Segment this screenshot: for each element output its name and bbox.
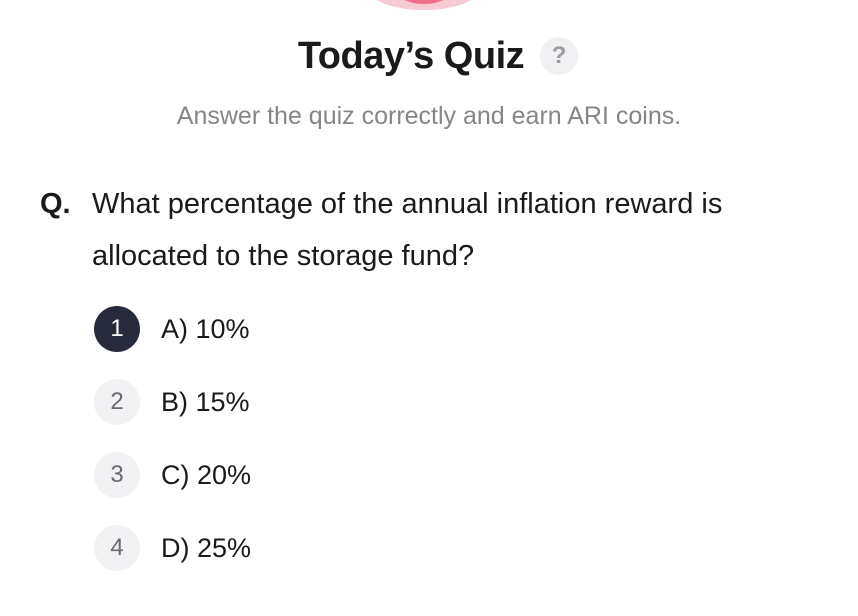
option-number-badge: 1 xyxy=(94,306,140,352)
answer-option-4[interactable]: 4 D) 25% xyxy=(94,525,694,571)
option-number-badge: 2 xyxy=(94,379,140,425)
answer-option-2[interactable]: 2 B) 15% xyxy=(94,379,694,425)
quiz-page: Today’s Quiz ? Answer the quiz correctly… xyxy=(0,0,858,616)
answer-option-3[interactable]: 3 C) 20% xyxy=(94,452,694,498)
page-title: Today’s Quiz xyxy=(297,34,525,77)
question-prefix: Q. xyxy=(40,188,71,220)
question-block: Q. What percentage of the annual inflati… xyxy=(40,178,830,282)
help-icon[interactable]: ? xyxy=(540,37,579,75)
answer-option-1[interactable]: 1 A) 10% xyxy=(94,306,694,352)
quiz-subtitle: Answer the quiz correctly and earn ARI c… xyxy=(176,102,682,130)
option-number-badge: 4 xyxy=(94,525,140,571)
title-row: Today’s Quiz ? xyxy=(0,30,858,82)
option-label: C) 20% xyxy=(161,459,252,490)
answer-options: 1 A) 10% 2 B) 15% 3 C) 20% 4 D) 25% xyxy=(94,306,694,598)
option-label: B) 15% xyxy=(161,386,250,417)
option-number-badge: 3 xyxy=(94,452,140,498)
option-label: D) 25% xyxy=(161,532,252,563)
question-text: What percentage of the annual inflation … xyxy=(92,188,723,272)
option-label: A) 10% xyxy=(161,313,250,344)
